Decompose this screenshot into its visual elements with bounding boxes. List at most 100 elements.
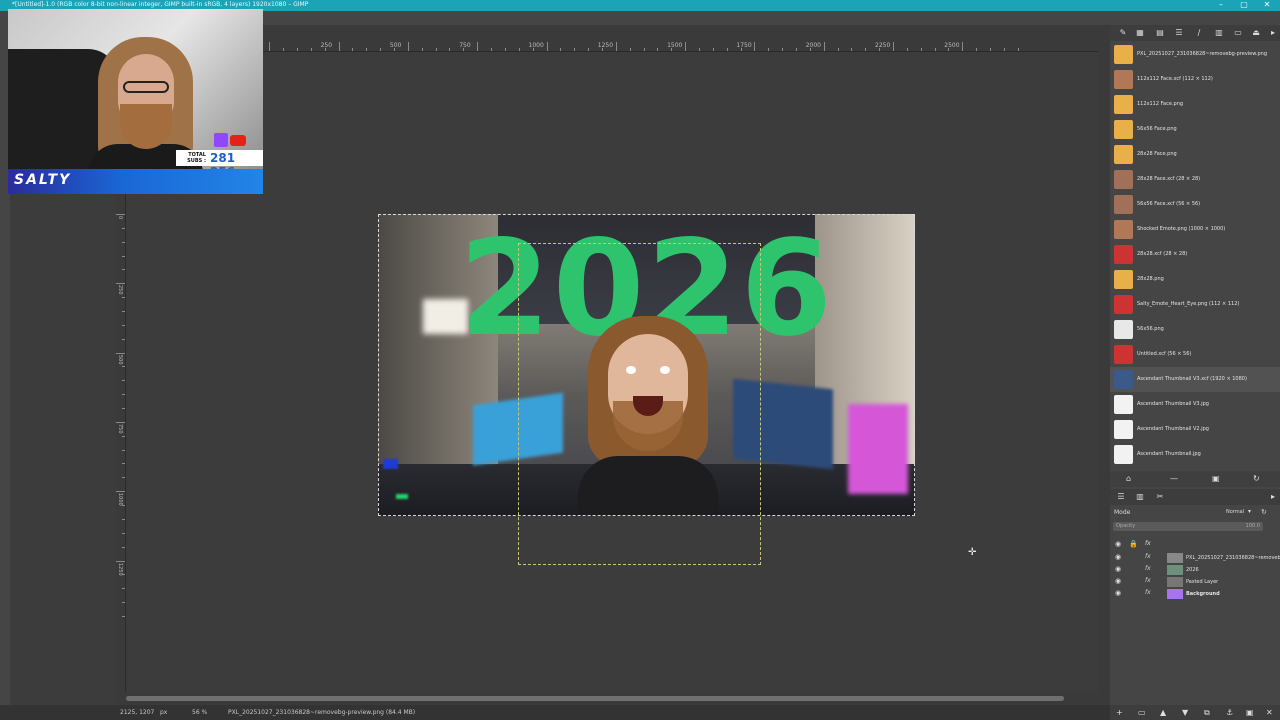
ruler-minor-tick (504, 48, 506, 51)
layer-name: 2026 (1186, 567, 1199, 573)
ruler-minor-tick (435, 48, 437, 51)
ruler-minor-tick (122, 408, 125, 410)
lower-layer-icon[interactable]: ▼ (1182, 708, 1188, 717)
image-thumbnail (1114, 245, 1133, 264)
eye-icon[interactable]: ◉ (1115, 565, 1121, 573)
mode-select[interactable]: Normal (1226, 509, 1244, 515)
image-list-item[interactable]: 112x112 Face.xcf (112 × 112) (1110, 67, 1280, 92)
horizontal-scrollbar[interactable] (116, 692, 1098, 705)
ruler-major-tick (338, 42, 340, 51)
fx-icon[interactable]: fx (1145, 577, 1151, 584)
image-list-item[interactable]: 28x28.xcf (28 × 28) (1110, 242, 1280, 267)
brush-tab-icon[interactable]: ✎ (1118, 28, 1128, 38)
image-thumbnail (1114, 45, 1133, 64)
palette-tab-icon[interactable]: ▭ (1233, 28, 1243, 38)
new-group-icon[interactable]: ▭ (1138, 708, 1146, 717)
image-list-item[interactable]: Untitled.xcf (56 × 56) (1110, 342, 1280, 367)
delete-layer-icon[interactable]: ✕ (1266, 708, 1273, 717)
images-list: PXL_20251027_231036828~removebg-preview.… (1110, 42, 1280, 470)
pattern-tab-icon[interactable]: ▦ (1135, 28, 1145, 38)
ruler-minor-tick (726, 48, 728, 51)
mode-dropdown-icon[interactable]: ▾ (1248, 508, 1251, 515)
images-tab-icon[interactable]: ☰ (1174, 28, 1184, 38)
ruler-minor-tick (643, 48, 645, 51)
mode-reset-icon[interactable]: ↻ (1261, 508, 1267, 516)
image-list-item[interactable]: Ascendant Thumbnail V2.jpg (1110, 417, 1280, 442)
image-list-item[interactable]: 56x56 Face.xcf (56 × 56) (1110, 192, 1280, 217)
paths-tab-icon[interactable]: ✂ (1155, 492, 1165, 502)
image-list-item[interactable]: Salty_Emote_Heart_Eye.png (112 × 112) (1110, 292, 1280, 317)
ruler-label: 750 (117, 423, 123, 434)
maximize-button[interactable]: ▢ (1233, 0, 1255, 11)
eye-icon[interactable]: ◉ (1115, 553, 1121, 561)
dock-menu-icon[interactable]: ▸ (1268, 28, 1278, 38)
eye-icon[interactable]: ◉ (1115, 589, 1121, 597)
image-list-item[interactable]: 28x28 Face.png (1110, 142, 1280, 167)
image-list-item[interactable]: 28x28.png (1110, 267, 1280, 292)
fx-icon[interactable]: fx (1145, 553, 1151, 560)
close-button[interactable]: ✕ (1256, 0, 1278, 11)
ruler-minor-tick (588, 48, 590, 51)
minimize-button[interactable]: – (1210, 0, 1232, 11)
raise-layer-icon[interactable]: ▲ (1160, 708, 1166, 717)
fx-icon[interactable]: fx (1145, 565, 1151, 572)
ruler-minor-tick (380, 48, 382, 51)
ruler-minor-tick (421, 48, 423, 51)
horizontal-scroll-thumb[interactable] (126, 696, 1064, 701)
mask-icon[interactable]: ▣ (1246, 708, 1254, 717)
image-list-item[interactable]: 112x112 Face.png (1110, 92, 1280, 117)
youtube-icon (230, 135, 246, 146)
image-list-item[interactable]: 56x56.png (1110, 317, 1280, 342)
image-list-item[interactable]: PXL_20251027_231036828~removebg-preview.… (1110, 42, 1280, 67)
new-view-icon[interactable]: — (1170, 474, 1178, 483)
eye-icon[interactable]: ◉ (1115, 577, 1121, 585)
channels-tab-icon[interactable]: ▥ (1135, 492, 1145, 502)
history-tab-icon[interactable]: ⏏ (1251, 28, 1261, 38)
ruler-minor-tick (990, 48, 992, 51)
image-list-item[interactable]: Ascendant Thumbnail V3.xcf (1920 × 1080) (1110, 367, 1280, 392)
opacity-slider[interactable]: Opacity 100.0 (1113, 522, 1263, 531)
ruler-minor-tick (1003, 48, 1005, 51)
image-list-item[interactable]: 28x28 Face.xcf (28 × 28) (1110, 167, 1280, 192)
fx-icon[interactable]: fx (1145, 589, 1151, 596)
image-thumbnail (1114, 195, 1133, 214)
zoom-selector[interactable]: 56 % (192, 709, 207, 716)
layer-thumbnail (1167, 565, 1183, 575)
anchor-layer-icon[interactable]: ⚓ (1226, 708, 1233, 717)
layer-row[interactable]: ◉ fx 2026 (1110, 564, 1280, 576)
ruler-minor-tick (122, 311, 125, 313)
ruler-major-tick (116, 421, 125, 423)
open-display-icon[interactable]: ▣ (1212, 474, 1220, 483)
ruler-minor-tick (122, 255, 125, 257)
paint-tab-icon[interactable]: ∕ (1194, 28, 1204, 38)
ruler-minor-tick (122, 477, 125, 479)
raise-view-icon[interactable]: ⌂ (1126, 474, 1131, 483)
unit-selector[interactable]: px (160, 709, 167, 716)
layer-row[interactable]: ◉ fx Pasted Layer (1110, 576, 1280, 588)
layer-boundary (518, 243, 761, 565)
duplicate-layer-icon[interactable]: ⧉ (1204, 708, 1210, 718)
refresh-icon[interactable]: ↻ (1253, 474, 1260, 483)
vertical-scrollbar[interactable] (1098, 42, 1110, 705)
image-list-item[interactable]: Ascendant Thumbnail.jpg (1110, 442, 1280, 467)
ruler-minor-tick (310, 48, 312, 51)
gradient-tab-icon[interactable]: ▤ (1155, 28, 1165, 38)
layer-thumbnail (1167, 577, 1183, 587)
layer-row[interactable]: ◉ fx Background (1110, 588, 1280, 600)
ruler-minor-tick (657, 48, 659, 51)
image-list-item[interactable]: Shocked Emote.png (1000 × 1000) (1110, 217, 1280, 242)
layers-menu-icon[interactable]: ▸ (1268, 492, 1278, 502)
image-list-item[interactable]: Ascendant Thumbnail V3.jpg (1110, 392, 1280, 417)
ruler-minor-tick (712, 48, 714, 51)
image-list-item[interactable]: 56x56 Face.png (1110, 117, 1280, 142)
document-tab-icon[interactable]: ▥ (1214, 28, 1224, 38)
ruler-minor-tick (122, 269, 125, 271)
image-name: 28x28 Face.png (1137, 151, 1177, 157)
new-layer-icon[interactable]: + (1116, 708, 1123, 717)
ruler-minor-tick (122, 588, 125, 590)
layer-row[interactable]: ◉ fx PXL_20251027_231036828~removebg (1110, 552, 1280, 564)
lock-icon[interactable]: 🔒 (1129, 540, 1138, 548)
layers-tab-icon[interactable]: ☰ (1116, 492, 1126, 502)
ruler-major-tick (962, 42, 964, 51)
status-message: PXL_20251027_231036828~removebg-preview.… (228, 709, 416, 716)
